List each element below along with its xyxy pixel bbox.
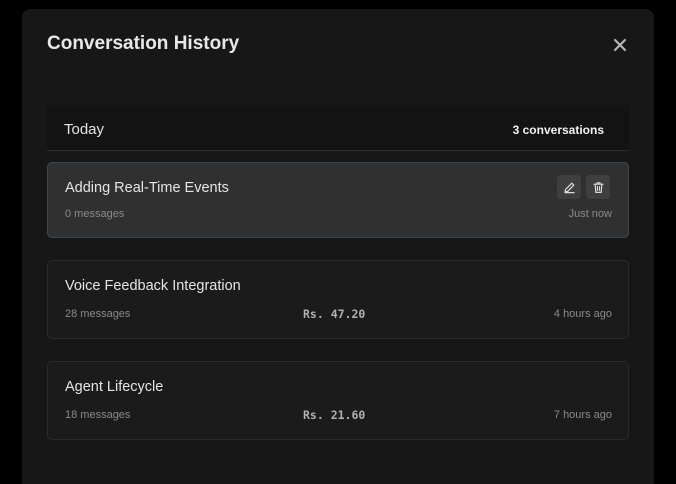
conversation-time: Just now bbox=[568, 208, 612, 220]
conversation-item[interactable]: Agent Lifecycle 18 messages Rs. 21.60 7 … bbox=[47, 361, 629, 440]
message-count: 28 messages bbox=[65, 308, 131, 320]
close-icon bbox=[613, 38, 627, 52]
conversation-time: 4 hours ago bbox=[553, 308, 612, 320]
conversation-title: Voice Feedback Integration bbox=[65, 278, 241, 294]
conversation-item[interactable]: Voice Feedback Integration 28 messages R… bbox=[47, 260, 629, 339]
modal-title: Conversation History bbox=[47, 33, 240, 54]
conversation-cost: Rs. 21.60 bbox=[303, 408, 366, 422]
trash-icon bbox=[592, 181, 604, 193]
pencil-icon bbox=[563, 182, 575, 193]
close-button[interactable] bbox=[608, 34, 632, 56]
conversation-item[interactable]: Adding Real-Time Events 0 messages Just … bbox=[47, 162, 629, 238]
group-title: Today bbox=[64, 121, 105, 138]
group-header-today: Today 3 conversations bbox=[47, 105, 629, 151]
delete-button[interactable] bbox=[586, 175, 610, 199]
edit-button[interactable] bbox=[557, 175, 581, 199]
conversation-count: 3 conversations bbox=[512, 123, 604, 137]
conversation-title: Adding Real-Time Events bbox=[65, 180, 229, 196]
conversation-cost: Rs. 47.20 bbox=[303, 307, 366, 321]
conversation-time: 7 hours ago bbox=[553, 409, 612, 421]
message-count: 18 messages bbox=[65, 409, 131, 421]
conversation-title: Agent Lifecycle bbox=[65, 379, 164, 395]
message-count: 0 messages bbox=[65, 208, 125, 220]
conversation-history-modal: Conversation History Today 3 conversatio… bbox=[22, 9, 654, 484]
